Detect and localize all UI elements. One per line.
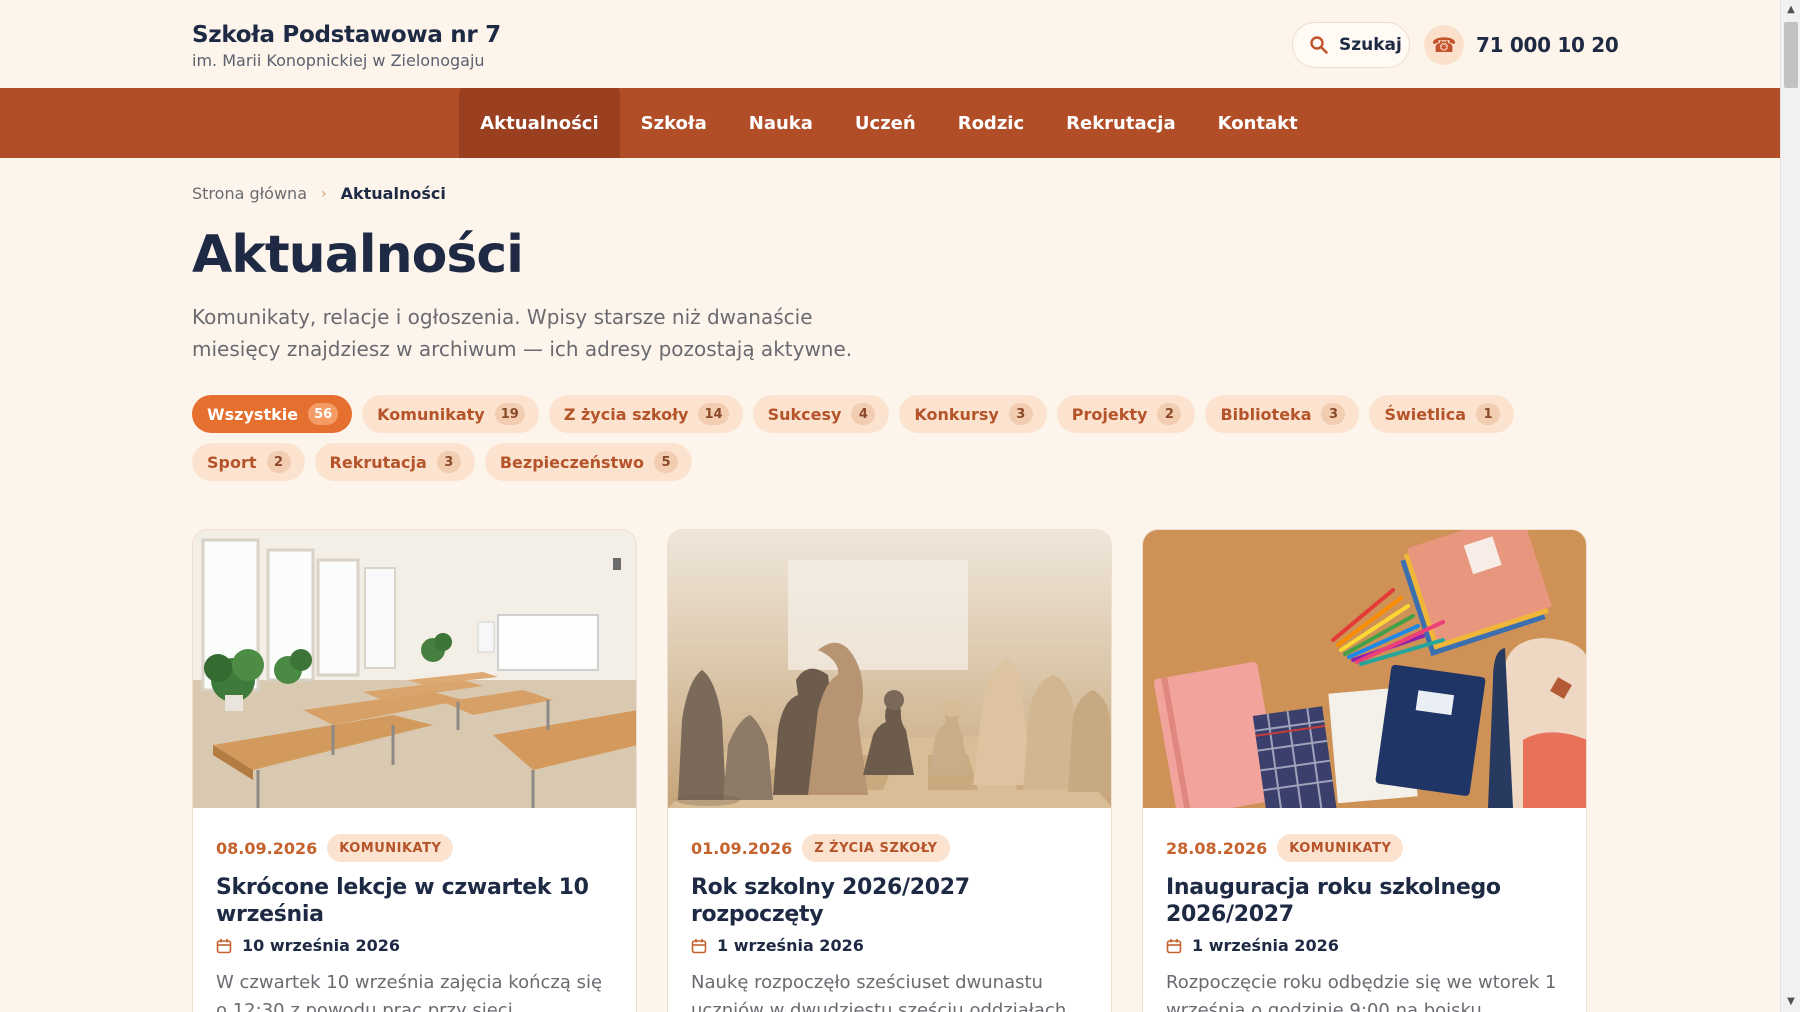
filter-count: 2 xyxy=(1157,403,1182,425)
filter-chip-swietlica[interactable]: Świetlica 1 xyxy=(1369,395,1515,433)
article-image-school-supplies[interactable] xyxy=(1143,530,1586,808)
event-date: 10 września 2026 xyxy=(216,936,613,955)
nav-item-kontakt[interactable]: Kontakt xyxy=(1197,88,1319,158)
article-grid: 08.09.2026 KOMUNIKATY Skrócone lekcje w … xyxy=(192,529,1588,1012)
category-filters: Wszystkie 56 Komunikaty 19 Z życia szkoły 1… xyxy=(192,395,1588,481)
page-title: Aktualności xyxy=(192,225,524,285)
school-subtitle: im. Marii Konopnickiej w Zielonogaju xyxy=(192,51,485,70)
page-lead: Komunikaty, relacje i ogłoszenia. Wpisy … xyxy=(192,305,853,361)
nav-item-rodzic[interactable]: Rodzic xyxy=(937,88,1045,158)
article-title[interactable]: Inauguracja roku szkolnego 2026/2027 xyxy=(1166,874,1563,928)
phone-icon: ☎ xyxy=(1424,25,1464,65)
filter-label: Rekrutacja xyxy=(329,452,427,472)
site-header: Szkoła Podstawowa nr 7 im. Marii Konopni… xyxy=(0,0,1800,88)
filter-label: Sport xyxy=(207,452,257,472)
filter-count: 5 xyxy=(653,451,678,473)
filter-chip-projekty[interactable]: Projekty 2 xyxy=(1056,395,1196,433)
filter-label: Biblioteka xyxy=(1220,404,1312,424)
phone-number: 71 000 10 20 xyxy=(1476,33,1619,57)
phone-link[interactable]: ☎ 71 000 10 20 xyxy=(1424,22,1619,68)
filter-label: Z życia szkoły xyxy=(563,404,689,424)
filter-label: Bezpieczeństwo xyxy=(499,452,644,472)
filter-count: 56 xyxy=(308,403,339,425)
filter-chip-z-zycia-szkoly[interactable]: Z życia szkoły 14 xyxy=(548,395,743,433)
school-name: Szkoła Podstawowa nr 7 xyxy=(192,22,501,48)
article-date: 08.09.2026 xyxy=(216,838,318,858)
article-card[interactable]: 08.09.2026 KOMUNIKATY Skrócone lekcje w … xyxy=(192,529,637,1012)
filter-count: 3 xyxy=(1321,403,1346,425)
article-category-badge[interactable]: KOMUNIKATY xyxy=(1277,834,1404,862)
article-card[interactable]: 01.09.2026 Z ŻYCIA SZKOŁY Rok szkolny 20… xyxy=(667,529,1112,1012)
filter-chip-sukcesy[interactable]: Sukcesy 4 xyxy=(752,395,890,433)
event-date-text: 1 września 2026 xyxy=(717,936,864,955)
filter-count: 3 xyxy=(1008,403,1033,425)
filter-chip-wszystkie[interactable]: Wszystkie 56 xyxy=(192,395,353,433)
article-title[interactable]: Rok szkolny 2026/2027 rozpoczęty xyxy=(691,874,1088,928)
filter-chip-komunikaty[interactable]: Komunikaty 19 xyxy=(362,395,539,433)
article-category-badge[interactable]: KOMUNIKATY xyxy=(327,834,454,862)
event-date: 1 września 2026 xyxy=(1166,936,1563,955)
event-date-text: 1 września 2026 xyxy=(1192,936,1339,955)
filter-count: 19 xyxy=(494,403,525,425)
article-excerpt: W czwartek 10 września zajęcia kończą si… xyxy=(216,972,603,1012)
article-excerpt: Naukę rozpoczęło sześciuset dwunastu ucz… xyxy=(691,972,1072,1012)
scroll-up-arrow-icon[interactable]: ▲ xyxy=(1781,3,1800,17)
event-date: 1 września 2026 xyxy=(691,936,1088,955)
page-scrollbar[interactable]: ▲ ▼ xyxy=(1780,0,1800,1012)
filter-chip-biblioteka[interactable]: Biblioteka 3 xyxy=(1205,395,1360,433)
filter-chip-bezpieczenstwo[interactable]: Bezpieczeństwo 5 xyxy=(484,443,692,481)
main-content: Strona główna › Aktualności Aktualności … xyxy=(192,158,1588,1012)
filter-count: 3 xyxy=(436,451,461,473)
filter-label: Komunikaty xyxy=(377,404,485,424)
scrollbar-thumb[interactable] xyxy=(1784,22,1798,88)
filter-chip-sport[interactable]: Sport 2 xyxy=(192,443,305,481)
article-image-chess[interactable] xyxy=(668,530,1111,808)
filter-label: Projekty xyxy=(1071,404,1148,424)
article-date: 01.09.2026 xyxy=(691,838,793,858)
filter-count: 2 xyxy=(266,451,291,473)
nav-item-aktualnosci[interactable]: Aktualności xyxy=(459,88,620,158)
breadcrumb-separator: › xyxy=(321,185,327,202)
article-card[interactable]: 28.08.2026 KOMUNIKATY Inauguracja roku s… xyxy=(1142,529,1587,1012)
article-category-badge[interactable]: Z ŻYCIA SZKOŁY xyxy=(802,834,950,862)
scroll-down-arrow-icon[interactable]: ▼ xyxy=(1781,995,1800,1009)
main-nav: Aktualności Szkoła Nauka Uczeń Rodzic Re… xyxy=(0,88,1780,158)
filter-label: Konkursy xyxy=(914,404,999,424)
breadcrumb: Strona główna › Aktualności xyxy=(192,184,1588,203)
filter-count: 4 xyxy=(851,403,876,425)
search-icon xyxy=(1310,36,1328,54)
search-button[interactable]: Szukaj xyxy=(1292,22,1410,68)
filter-count: 1 xyxy=(1476,403,1501,425)
nav-item-szkola[interactable]: Szkoła xyxy=(620,88,728,158)
brand[interactable]: Szkoła Podstawowa nr 7 im. Marii Konopni… xyxy=(192,22,501,70)
article-image-classroom[interactable] xyxy=(193,530,636,808)
breadcrumb-current: Aktualności xyxy=(340,184,446,203)
article-excerpt: Rozpoczęcie roku odbędzie się we wtorek … xyxy=(1166,972,1557,1012)
calendar-icon xyxy=(691,938,707,953)
nav-item-nauka[interactable]: Nauka xyxy=(728,88,834,158)
article-date: 28.08.2026 xyxy=(1166,838,1268,858)
breadcrumb-home[interactable]: Strona główna xyxy=(192,184,307,203)
filter-label: Świetlica xyxy=(1384,404,1467,424)
filter-chip-konkursy[interactable]: Konkursy 3 xyxy=(899,395,1047,433)
event-date-text: 10 września 2026 xyxy=(242,936,400,955)
filter-count: 14 xyxy=(698,403,729,425)
article-title[interactable]: Skrócone lekcje w czwartek 10 września xyxy=(216,874,613,928)
calendar-icon xyxy=(216,938,232,953)
nav-item-rekrutacja[interactable]: Rekrutacja xyxy=(1045,88,1196,158)
search-label: Szukaj xyxy=(1339,35,1402,55)
filter-label: Sukcesy xyxy=(767,404,842,424)
calendar-icon xyxy=(1166,938,1182,953)
nav-item-uczen[interactable]: Uczeń xyxy=(834,88,937,158)
filter-label: Wszystkie xyxy=(207,404,299,424)
filter-chip-rekrutacja[interactable]: Rekrutacja 3 xyxy=(314,443,475,481)
